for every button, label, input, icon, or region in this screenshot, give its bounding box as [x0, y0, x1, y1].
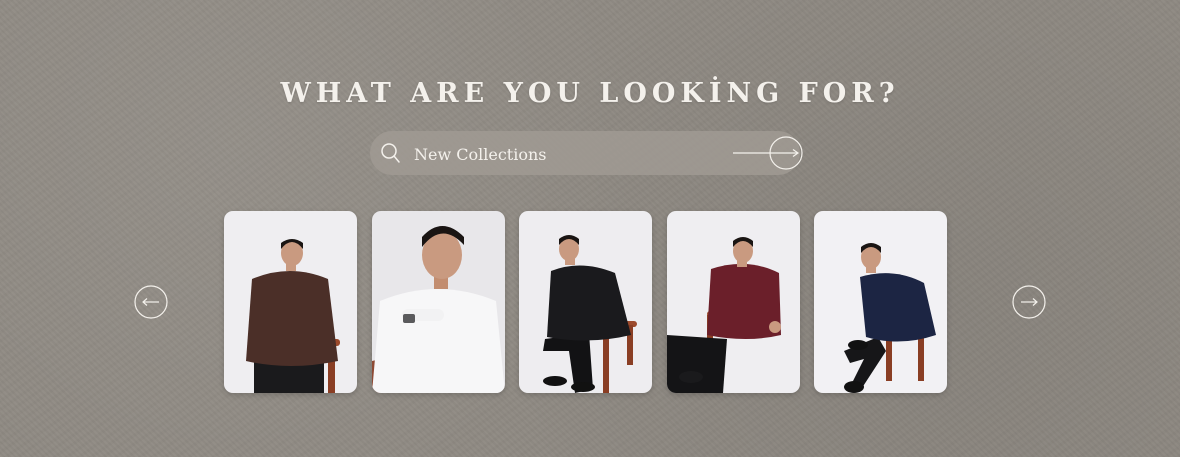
page-title: WHAT ARE YOU LOOKİNG FOR?: [280, 78, 900, 110]
carousel-next-button[interactable]: [1012, 285, 1046, 319]
product-card-navy-shirt[interactable]: [814, 211, 947, 393]
search-submit-button[interactable]: [732, 136, 804, 170]
search-icon: [378, 141, 402, 165]
arrow-right-circle-icon: [733, 136, 803, 170]
model-photo-white-shirt: [372, 211, 505, 393]
product-card-maroon-shirt[interactable]: [667, 211, 800, 393]
carousel-prev-button[interactable]: [134, 285, 168, 319]
arrow-left-circle-icon: [134, 285, 168, 319]
model-photo-brown-shirt: [224, 211, 357, 393]
product-card-brown-shirt[interactable]: [224, 211, 357, 393]
search-input[interactable]: [412, 138, 716, 170]
model-photo-maroon-shirt: [667, 211, 800, 393]
search-bar: [370, 131, 803, 175]
product-card-white-shirt[interactable]: [372, 211, 505, 393]
product-card-black-shirt[interactable]: [519, 211, 652, 393]
model-photo-black-shirt: [519, 211, 652, 393]
model-photo-navy-shirt: [814, 211, 947, 393]
arrow-right-circle-icon: [1012, 285, 1046, 319]
